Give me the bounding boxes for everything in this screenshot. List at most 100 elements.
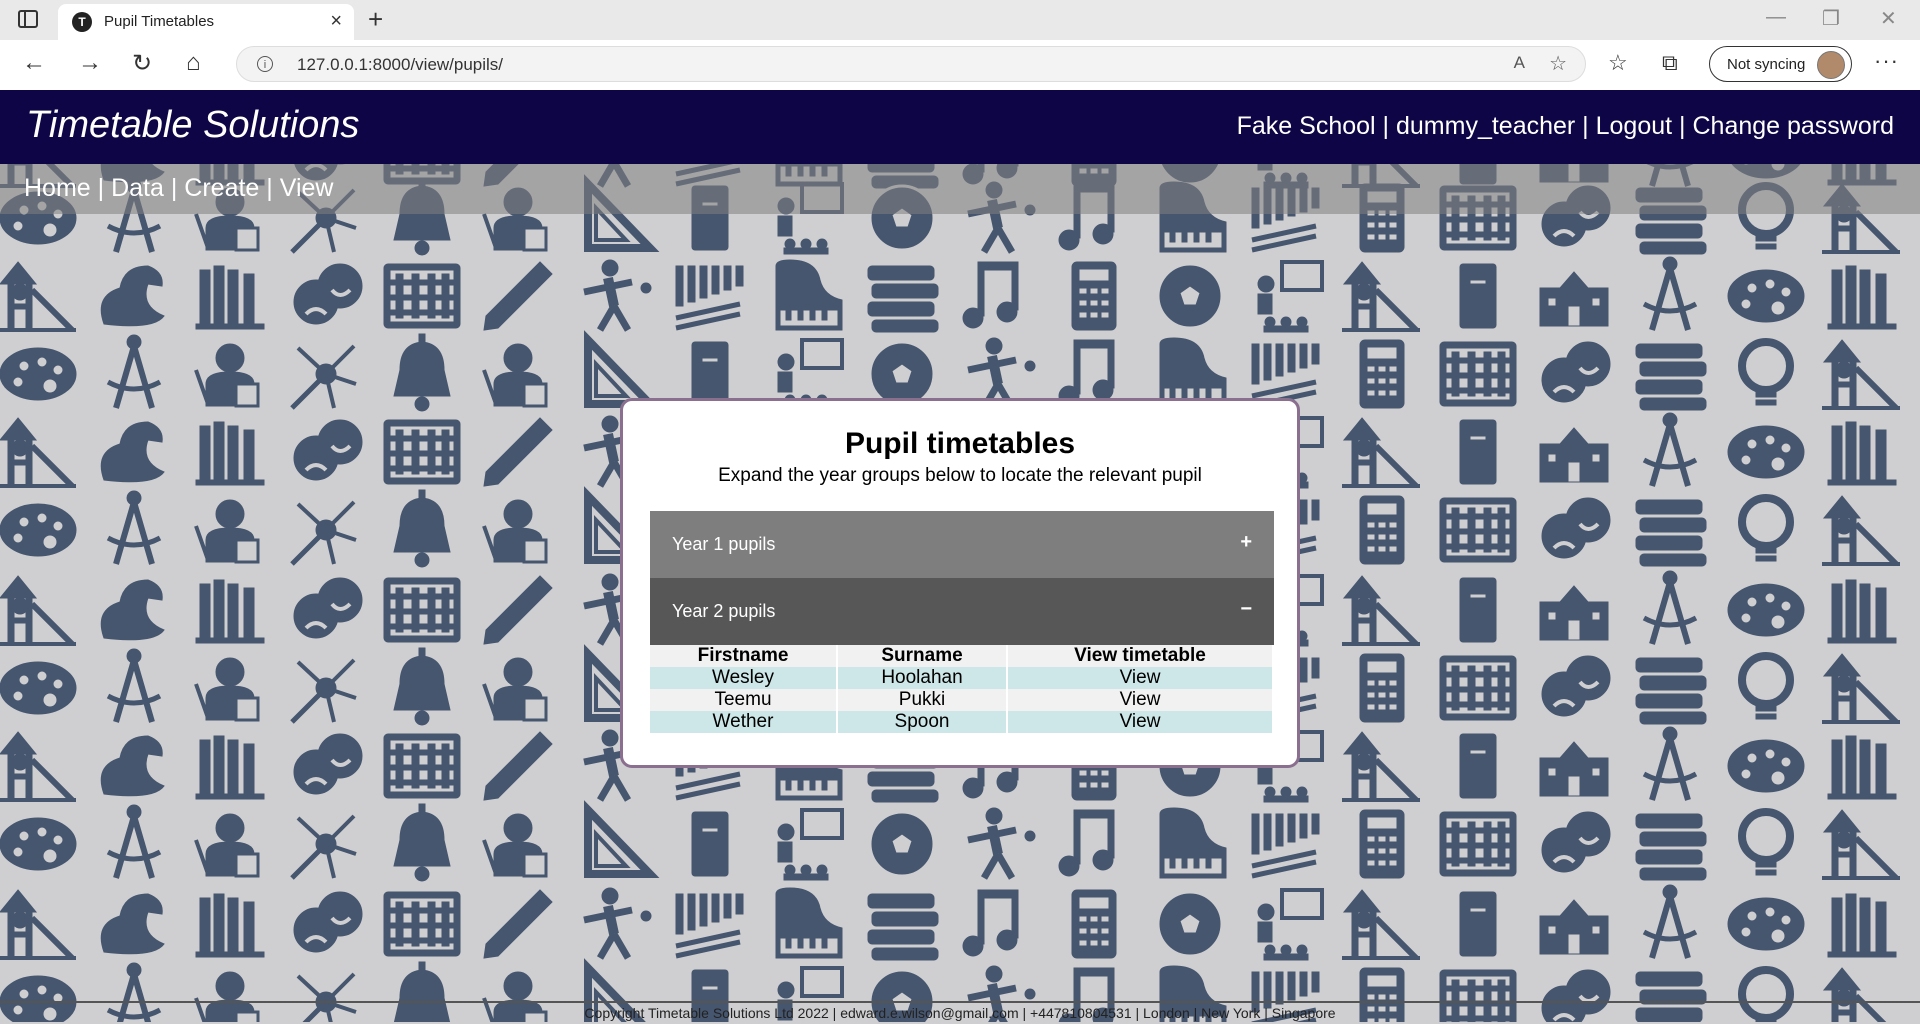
stack-icon (1635, 499, 1707, 567)
palette-icon (1727, 739, 1805, 793)
shelf-icon (195, 421, 265, 486)
nav-home[interactable]: Home (24, 174, 91, 202)
stack-icon (867, 893, 939, 961)
neuron-icon (292, 660, 356, 722)
restore-icon[interactable]: ❐ (1822, 6, 1840, 31)
playground-icon (1342, 732, 1420, 800)
neuron-icon (292, 346, 356, 408)
profile-avatar (1817, 51, 1845, 79)
site-header: Timetable Solutions Fake School | dummy_… (0, 90, 1920, 164)
book-icon (691, 811, 729, 877)
nav-data[interactable]: Data (111, 174, 164, 202)
firstname-cell: Wether (650, 711, 838, 733)
pupil-timetables-panel: Pupil timetables Expand the year groups … (620, 398, 1300, 768)
abacus-icon (1439, 811, 1517, 877)
ball-icon (1156, 890, 1224, 958)
separator: | (259, 174, 280, 202)
neuron-icon (292, 816, 356, 878)
masks-icon (292, 890, 364, 954)
shelf-icon (1827, 735, 1897, 800)
neuron-icon (292, 502, 356, 564)
masks-icon (1540, 496, 1612, 560)
url-text[interactable]: 127.0.0.1:8000/view/pupils/ (297, 55, 503, 75)
address-bar[interactable]: i 127.0.0.1:8000/view/pupils/ A ☆ (236, 46, 1586, 82)
shelf-icon (195, 579, 265, 644)
new-tab-icon[interactable]: + (368, 4, 383, 35)
xylo-icon (1252, 344, 1319, 406)
info-icon[interactable]: i (257, 56, 273, 72)
accordion-label: Year 2 pupils (672, 601, 776, 621)
compass-icon (1644, 257, 1696, 330)
person-icon (482, 812, 548, 878)
favorites-icon[interactable]: ☆ (1608, 50, 1628, 76)
read-aloud-icon[interactable]: A (1514, 53, 1525, 73)
book-icon (1459, 263, 1497, 329)
separator: | (163, 174, 185, 202)
nav-create[interactable]: Create (184, 174, 259, 202)
abacus-icon (383, 263, 461, 329)
browser-tab[interactable]: T Pupil Timetables × (58, 4, 354, 40)
compass-icon (1644, 727, 1696, 800)
year-1-accordion[interactable]: Year 1 pupils + (650, 511, 1274, 578)
close-tab-icon[interactable]: × (330, 10, 342, 33)
playground-icon (1342, 262, 1420, 330)
stack-icon (1635, 813, 1707, 881)
school-link[interactable]: Fake School (1237, 112, 1376, 140)
window-close-icon[interactable]: ✕ (1880, 6, 1897, 31)
add-favorite-icon[interactable]: ☆ (1549, 51, 1567, 76)
stack-icon (1635, 657, 1707, 725)
school-icon (1539, 585, 1609, 641)
separator: | (1672, 112, 1693, 140)
view-timetable-link[interactable]: View (1007, 711, 1274, 733)
abacus-icon (1439, 497, 1517, 563)
calc-icon (1359, 339, 1405, 409)
lamp-icon (1742, 498, 1790, 561)
year-2-accordion[interactable]: Year 2 pupils − (650, 578, 1274, 645)
pencil-icon (483, 731, 553, 801)
site-title[interactable]: Timetable Solutions (26, 104, 359, 147)
masks-icon (1540, 340, 1612, 404)
footer: Copyright Timetable Solutions Ltd 2022 |… (0, 1001, 1920, 1024)
browser-toolbar: ← → ↻ ⌂ i 127.0.0.1:8000/view/pupils/ A … (0, 40, 1920, 91)
refresh-icon[interactable]: ↻ (132, 49, 152, 78)
abacus-icon (383, 733, 461, 799)
firstname-cell: Teemu (650, 689, 838, 711)
compass-icon (1644, 413, 1696, 486)
stack-icon (1635, 343, 1707, 411)
view-timetable-link[interactable]: View (1007, 689, 1274, 711)
playground-icon (1822, 654, 1900, 722)
playground-icon (1822, 496, 1900, 564)
table-header-row: Firstname Surname View timetable (650, 645, 1274, 667)
compass-icon (1644, 571, 1696, 644)
pencil-icon (483, 417, 553, 487)
masks-icon (292, 732, 364, 796)
playground-icon (0, 732, 76, 800)
more-icon[interactable]: ··· (1874, 48, 1899, 74)
logout-link[interactable]: Logout (1596, 112, 1672, 140)
collapse-icon[interactable]: − (1240, 598, 1252, 621)
surname-cell: Pukki (837, 689, 1008, 711)
separator: | (1575, 112, 1596, 140)
back-icon[interactable]: ← (22, 49, 46, 77)
shelf-icon (195, 893, 265, 958)
forward-icon[interactable]: → (78, 49, 102, 77)
expand-icon[interactable]: + (1240, 531, 1252, 554)
stack-icon (867, 265, 939, 333)
home-icon[interactable]: ⌂ (186, 49, 201, 77)
book-icon (1459, 733, 1497, 799)
book-icon (1459, 577, 1497, 643)
tab-actions-icon[interactable] (18, 10, 38, 28)
calc-icon (1359, 809, 1405, 879)
change-password-link[interactable]: Change password (1692, 112, 1894, 140)
horse-icon (100, 265, 165, 327)
piano-icon (775, 887, 843, 959)
nav-view[interactable]: View (280, 174, 334, 202)
sync-button[interactable]: Not syncing (1709, 46, 1852, 82)
view-timetable-link[interactable]: View (1007, 667, 1274, 689)
collections-icon[interactable]: ⧉ (1662, 50, 1678, 76)
username-link[interactable]: dummy_teacher (1396, 112, 1575, 140)
minimize-icon[interactable]: — (1766, 6, 1786, 29)
piano-icon (1159, 807, 1227, 879)
masks-icon (1540, 654, 1612, 718)
teacher-icon (1256, 888, 1324, 962)
